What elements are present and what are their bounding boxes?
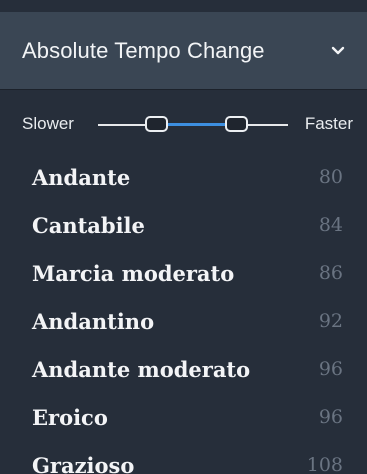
tempo-name: Andantino [32,308,155,334]
slider-low-handle[interactable] [145,116,168,132]
tempo-name: Grazioso [32,452,135,474]
tempo-bpm: 108 [306,454,343,474]
slider-high-handle[interactable] [225,116,248,132]
tempo-panel: Absolute Tempo Change Slower Faster Anda… [0,0,367,474]
tempo-item[interactable]: Andantino 92 [0,297,367,345]
header-divider [0,89,367,90]
tempo-bpm: 92 [318,310,343,332]
tempo-item[interactable]: Cantabile 84 [0,201,367,249]
tempo-bpm: 84 [318,214,343,236]
section-title: Absolute Tempo Change [22,37,265,63]
tempo-bpm: 80 [318,166,343,188]
tempo-range-slider[interactable]: Slower Faster [0,106,367,142]
chevron-down-icon[interactable] [329,42,347,60]
slower-label: Slower [22,114,74,133]
previous-section-cutoff [0,0,367,12]
tempo-name: Eroico [32,404,108,430]
tempo-item[interactable]: Andante moderato 96 [0,345,367,393]
tempo-name: Cantabile [32,212,145,238]
tempo-name: Marcia moderato [32,260,235,286]
tempo-item[interactable]: Grazioso 108 [0,441,367,474]
tempo-bpm: 96 [318,406,343,428]
tempo-bpm: 96 [318,358,343,380]
tempo-item[interactable]: Andante 80 [0,153,367,201]
tempo-item[interactable]: Eroico 96 [0,393,367,441]
tempo-name: Andante [32,164,131,190]
tempo-name: Andante moderato [32,356,251,382]
tempo-list: Andante 80 Cantabile 84 Marcia moderato … [0,153,367,474]
section-header-absolute-tempo-change[interactable]: Absolute Tempo Change [0,12,367,89]
tempo-bpm: 86 [318,262,343,284]
faster-label: Faster [304,114,353,133]
tempo-item[interactable]: Marcia moderato 86 [0,249,367,297]
